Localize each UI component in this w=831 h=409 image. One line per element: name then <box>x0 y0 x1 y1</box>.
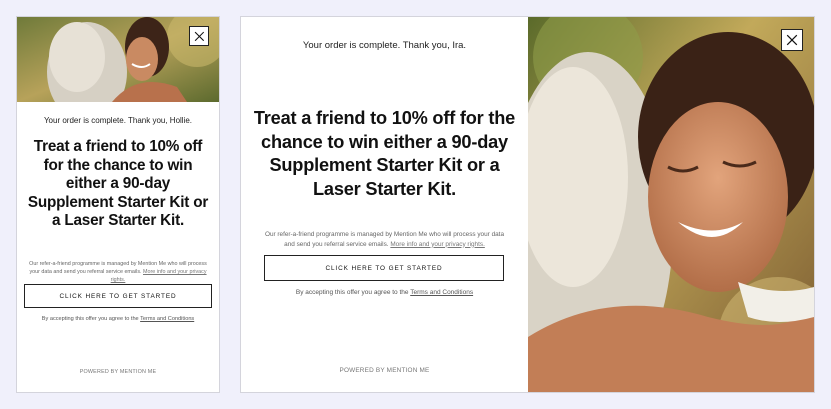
terms-notice-text: By accepting this offer you agree to the <box>41 316 139 322</box>
order-complete-message: Your order is complete. Thank you, Ira. <box>302 40 467 51</box>
terms-link[interactable]: Terms and Conditions <box>140 316 194 322</box>
mobile-referral-popup: Your order is complete. Thank you, Holli… <box>16 16 220 393</box>
terms-notice: By accepting this offer you agree to the… <box>241 289 528 296</box>
offer-headline: Treat a friend to 10% off for the chance… <box>27 138 209 230</box>
hugging-women-photo <box>528 17 814 392</box>
close-button[interactable] <box>189 26 209 46</box>
powered-by-label: POWERED BY MENTION ME <box>79 369 157 375</box>
get-started-button[interactable]: CLICK HERE TO GET STARTED <box>264 255 504 281</box>
close-button[interactable] <box>781 29 803 51</box>
offer-headline: Treat a friend to 10% off for the chance… <box>253 108 516 199</box>
order-complete-message: Your order is complete. Thank you, Holli… <box>43 116 193 125</box>
privacy-notice: Our refer-a-friend programme is managed … <box>259 230 510 249</box>
offer-panel: Your order is complete. Thank you, Ira. … <box>241 17 528 392</box>
privacy-notice: Our refer-a-friend programme is managed … <box>25 260 211 284</box>
powered-by-label: POWERED BY MENTION ME <box>339 367 430 374</box>
terms-notice-text: By accepting this offer you agree to the <box>295 289 409 296</box>
desktop-referral-popup: Your order is complete. Thank you, Ira. … <box>240 16 815 393</box>
privacy-rights-link[interactable]: More info and your privacy rights. <box>390 241 484 248</box>
close-icon <box>194 31 204 41</box>
get-started-button[interactable]: CLICK HERE TO GET STARTED <box>24 284 212 308</box>
terms-link[interactable]: Terms and Conditions <box>410 289 473 296</box>
terms-notice: By accepting this offer you agree to the… <box>17 316 219 322</box>
close-icon <box>786 34 798 46</box>
